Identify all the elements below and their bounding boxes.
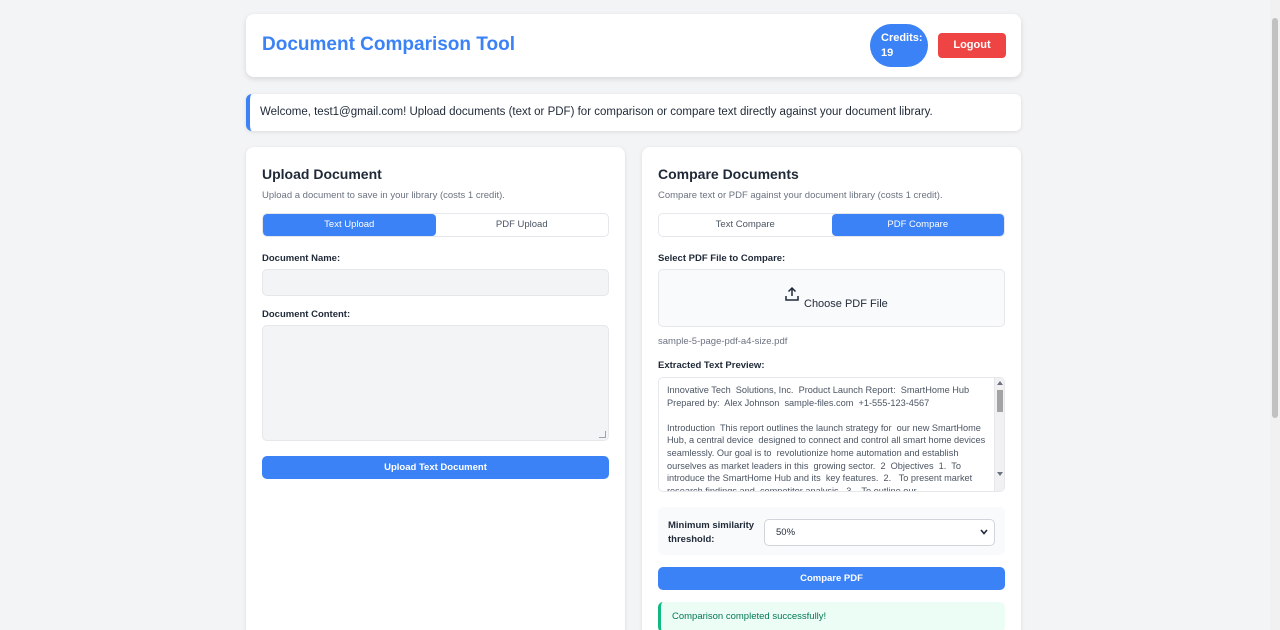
success-message: Comparison completed successfully! [658, 602, 1005, 630]
preview-text: Innovative Tech Solutions, Inc. Product … [667, 385, 986, 492]
tab-text-upload[interactable]: Text Upload [263, 214, 436, 236]
compare-title: Compare Documents [658, 166, 799, 182]
logout-button[interactable]: Logout [938, 33, 1006, 58]
chevron-down-icon [980, 529, 988, 535]
upload-tabs: Text Upload PDF Upload [262, 213, 609, 237]
threshold-value: 50% [776, 527, 796, 538]
tab-pdf-compare[interactable]: PDF Compare [831, 214, 1004, 236]
scroll-up-icon[interactable] [997, 381, 1003, 385]
document-name-input[interactable] [262, 269, 609, 296]
preview-scrollbar[interactable] [994, 378, 1004, 491]
upload-icon [785, 286, 799, 301]
compare-panel: Compare Documents Compare text or PDF ag… [642, 147, 1021, 630]
resize-grip-icon[interactable] [599, 431, 606, 438]
threshold-select[interactable]: 50% [764, 519, 995, 546]
scroll-down-icon[interactable] [997, 472, 1003, 476]
app-title: Document Comparison Tool [262, 34, 515, 55]
extracted-text-preview[interactable]: Innovative Tech Solutions, Inc. Product … [658, 377, 1005, 492]
upload-title: Upload Document [262, 166, 382, 182]
tab-pdf-upload[interactable]: PDF Upload [436, 214, 609, 236]
page-scroll-thumb[interactable] [1272, 18, 1278, 418]
upload-subtitle: Upload a document to save in your librar… [262, 190, 505, 201]
selected-filename: sample-5-page-pdf-a4-size.pdf [658, 336, 788, 347]
document-content-label: Document Content: [262, 309, 351, 320]
welcome-banner: Welcome, test1@gmail.com! Upload documen… [246, 94, 1021, 131]
select-pdf-label: Select PDF File to Compare: [658, 253, 786, 264]
pdf-dropzone[interactable]: Choose PDF File [658, 269, 1005, 327]
credits-badge: Credits: 19 [870, 24, 928, 67]
choose-pdf-label: Choose PDF File [804, 298, 888, 310]
compare-pdf-button[interactable]: Compare PDF [658, 567, 1005, 590]
compare-subtitle: Compare text or PDF against your documen… [658, 190, 943, 201]
upload-panel: Upload Document Upload a document to sav… [246, 147, 625, 630]
upload-text-button[interactable]: Upload Text Document [262, 456, 609, 479]
compare-tabs: Text Compare PDF Compare [658, 213, 1005, 237]
credits-label: Credits: [881, 32, 923, 44]
page-scrollbar[interactable] [1270, 0, 1280, 630]
credits-value: 19 [881, 47, 894, 59]
preview-label: Extracted Text Preview: [658, 360, 765, 371]
scroll-thumb[interactable] [997, 390, 1003, 412]
app-header: Document Comparison Tool Credits: 19 Log… [246, 14, 1021, 77]
document-name-label: Document Name: [262, 253, 341, 264]
document-content-textarea[interactable] [262, 325, 609, 441]
tab-text-compare[interactable]: Text Compare [659, 214, 832, 236]
threshold-label: Minimum similarity threshold: [668, 520, 755, 545]
threshold-section: Minimum similarity threshold: 50% [658, 507, 1005, 555]
